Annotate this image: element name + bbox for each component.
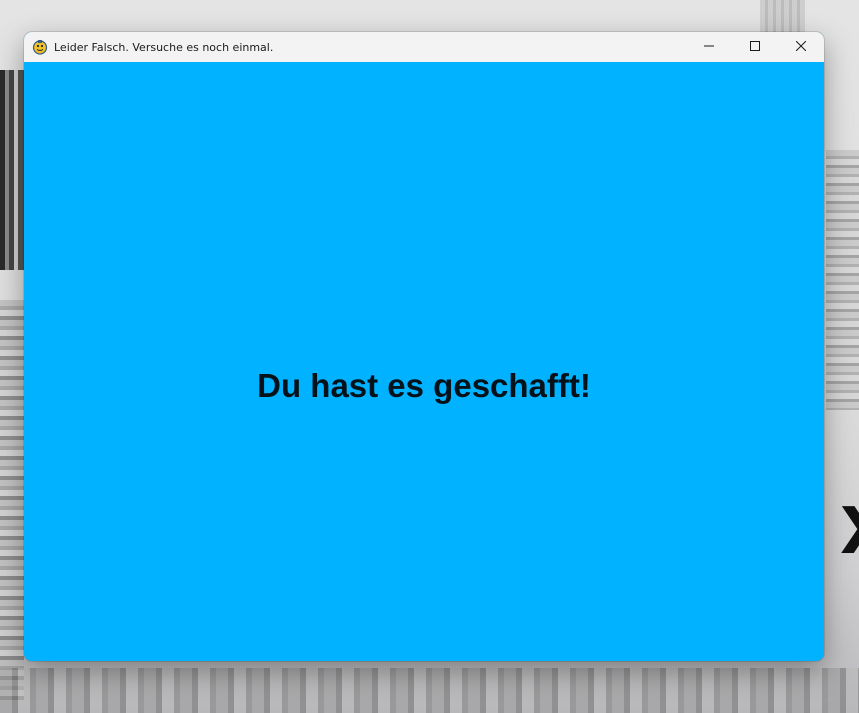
pixel-art-left xyxy=(0,70,24,270)
title-bar[interactable]: Leider Falsch. Versuche es noch einmal. xyxy=(24,32,824,62)
close-icon xyxy=(795,38,807,56)
maximize-button[interactable] xyxy=(732,32,778,62)
window-controls xyxy=(686,32,824,62)
minimize-button[interactable] xyxy=(686,32,732,62)
pixel-art-left-lower xyxy=(0,300,24,700)
game-window: Leider Falsch. Versuche es noch einmal. … xyxy=(24,32,824,661)
window-title: Leider Falsch. Versuche es noch einmal. xyxy=(54,40,274,54)
game-canvas[interactable]: Du hast es geschafft! xyxy=(24,62,824,661)
pixel-art-bottom xyxy=(0,668,859,713)
maximize-icon xyxy=(750,38,760,56)
pygame-snake-icon xyxy=(32,39,48,55)
pixel-art-top-tower xyxy=(760,0,805,32)
success-message: Du hast es geschafft! xyxy=(257,367,591,404)
close-button[interactable] xyxy=(778,32,824,62)
minimize-icon xyxy=(704,38,714,56)
background-glyph: X xyxy=(840,500,859,564)
pixel-art-right-tower xyxy=(826,150,859,410)
